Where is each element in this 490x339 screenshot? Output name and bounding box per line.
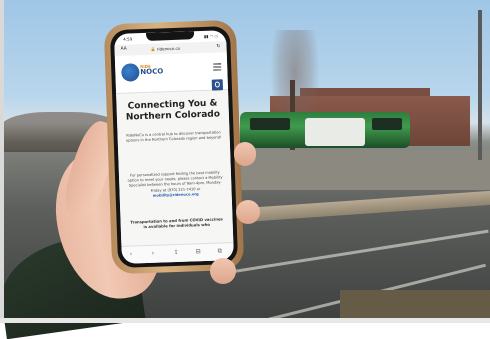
phone-bezel: 4:59 ▮▮ ◠ ▭ AA 🔒 ridenoco.co ↻ RIDE NOCO… [109, 25, 239, 269]
covid-transport-text: Transportation to and from COVID vaccine… [130, 216, 223, 230]
utility-pole [478, 10, 482, 160]
back-icon[interactable]: ‹ [130, 251, 133, 258]
bus-white-panel [305, 118, 365, 146]
hero-title: Connecting You & Northern Colorado [125, 98, 221, 123]
logo-globe-icon[interactable] [121, 63, 140, 82]
share-icon[interactable]: ⇪ [174, 249, 179, 256]
hero-section: Connecting You & Northern Colorado RideN… [116, 90, 234, 246]
phone-notch [146, 31, 195, 41]
image-bottom-border [0, 318, 490, 323]
hamburger-menu-icon[interactable] [213, 63, 222, 71]
contact-text-prefix: For personalized support finding the bes… [127, 170, 223, 193]
bus-window [372, 118, 402, 130]
bus-window [250, 118, 290, 130]
status-icons: ▮▮ ◠ ▭ [203, 33, 219, 39]
hero-contact-text: For personalized support finding the bes… [127, 170, 224, 199]
accessibility-icon[interactable] [211, 79, 224, 91]
finger [236, 200, 260, 224]
forward-icon[interactable]: › [152, 250, 155, 257]
finger [234, 142, 256, 166]
image-left-border [0, 0, 4, 323]
finger [210, 258, 236, 284]
phone-screen: 4:59 ▮▮ ◠ ▭ AA 🔒 ridenoco.co ↻ RIDE NOCO… [114, 30, 234, 264]
reload-icon[interactable]: ↻ [216, 43, 220, 49]
site-header: RIDE NOCO [114, 53, 229, 94]
text-size-button[interactable]: AA [120, 47, 126, 52]
url-text[interactable]: 🔒 ridenoco.co [150, 45, 180, 51]
email-link[interactable]: mobility@ridenoco.org [153, 192, 199, 198]
bookmarks-icon[interactable]: ⊟ [196, 248, 201, 255]
sidewalk [240, 150, 490, 190]
smartphone: 4:59 ▮▮ ◠ ▭ AA 🔒 ridenoco.co ↻ RIDE NOCO… [103, 19, 245, 275]
status-time: 4:59 [123, 36, 133, 42]
tabs-icon[interactable]: ⧉ [218, 247, 223, 255]
hero-intro-text: RideNoCo is a central hub to discover tr… [125, 130, 222, 143]
logo-noco-text[interactable]: NOCO [140, 67, 163, 76]
